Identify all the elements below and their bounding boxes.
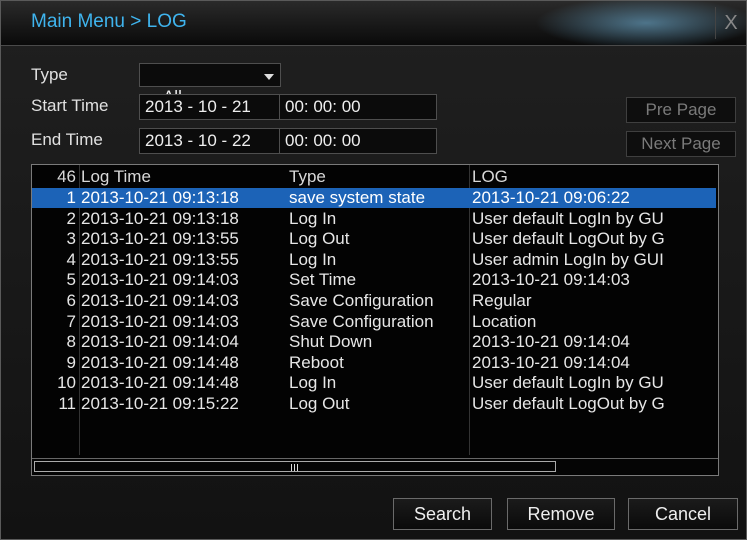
row-type: Log In [289,208,337,228]
row-log-time: 2013-10-21 09:14:04 [81,332,239,352]
table-row[interactable]: 7 2013-10-21 09:14:03 Save Configuration Lo… [32,312,716,332]
row-number: 6 [66,291,76,310]
row-number: 8 [66,332,76,352]
row-log-time: 2013-10-21 09:14:03 [81,291,239,310]
row-log: User default LogOut by G [472,394,665,413]
start-date-input[interactable]: 2013 - 10 - 21 [139,94,281,120]
row-number: 10 [57,373,76,393]
row-type: Log Out [289,229,350,249]
table-row[interactable]: 4 2013-10-21 09:13:55 Log In User admin Log… [32,250,716,270]
horizontal-scroll-thumb[interactable] [34,461,556,472]
table-row[interactable]: 9 2013-10-21 09:14:48 Reboot 2013-10-21 09:… [32,353,716,373]
table-header: 46 Log Time Type LOG [32,167,716,187]
row-number: 11 [58,394,76,413]
table-row[interactable]: 1 2013-10-21 09:13:18 save system state 201… [32,188,716,208]
end-time-label: End Time [31,130,103,149]
header-count: 46 [57,167,76,186]
grip-line [291,464,292,471]
table-row[interactable]: 5 2013-10-21 09:14:03 Set Time 2013-10-21 0… [32,270,716,290]
type-label: Type [31,65,68,84]
row-log: Location [472,311,537,331]
row-type: Set Time [289,270,357,290]
row-log-time: 2013-10-21 09:15:22 [81,394,239,413]
row-number: 3 [66,229,76,249]
horizontal-scrollbar[interactable] [32,458,718,474]
row-log-time: 2013-10-21 09:14:03 [81,270,239,290]
table-row[interactable]: 6 2013-10-21 09:14:03 Save Configuration Re… [32,291,716,311]
row-log: User default LogIn by GU [472,373,664,393]
table-row[interactable]: 3 2013-10-21 09:13:55 Log Out User default … [32,229,716,249]
row-log: 2013-10-21 09:06:22 [472,188,630,207]
table-row[interactable]: 2 2013-10-21 09:13:18 Log In User default L… [32,209,716,229]
header-log[interactable]: LOG [472,167,716,187]
table-row[interactable]: 10 2013-10-21 09:14:48 Log In User default … [32,373,716,393]
row-log: 2013-10-21 09:14:04 [472,332,630,352]
row-log-time: 2013-10-21 09:14:48 [81,352,239,372]
cancel-button[interactable]: Cancel [628,498,738,530]
row-number: 1 [66,188,76,207]
remove-button[interactable]: Remove [507,498,615,530]
search-button[interactable]: Search [393,498,492,530]
type-select[interactable]: All [139,63,281,106]
row-type: Save Configuration [289,311,434,331]
row-log-time: 2013-10-21 09:14:48 [81,373,239,393]
pre-page-button[interactable]: Pre Page [626,97,736,123]
end-time-input[interactable]: 00: 00: 00 [279,128,437,154]
table-row[interactable]: 8 2013-10-21 09:14:04 Shut Down 2013-10-21 … [32,332,716,352]
grip-line [297,464,298,471]
row-log: User admin LogIn by GUI [472,249,664,269]
start-time-input[interactable]: 00: 00: 00 [279,94,437,120]
row-log-time: 2013-10-21 09:13:18 [81,188,239,207]
close-icon[interactable]: X [715,7,746,39]
row-log-time: 2013-10-21 09:14:03 [81,311,239,331]
title-bar: Main Menu > LOG X [1,1,746,46]
window-title: Main Menu > LOG [31,11,187,32]
next-page-button[interactable]: Next Page [626,131,736,157]
row-log: User default LogOut by G [472,229,665,249]
row-log-time: 2013-10-21 09:13:55 [81,249,239,269]
chevron-down-icon [264,74,274,80]
row-type: Log In [289,249,337,269]
vertical-scrollbar[interactable] [718,165,719,455]
row-log-time: 2013-10-21 09:13:55 [81,229,239,249]
row-number: 4 [66,249,76,269]
row-log: Regular [472,291,532,310]
start-time-label: Start Time [31,96,109,115]
row-log-time: 2013-10-21 09:13:18 [81,208,239,228]
row-number: 7 [66,311,76,331]
row-log: 2013-10-21 09:14:04 [472,352,630,372]
header-type[interactable]: Type [289,167,467,187]
log-table: 46 Log Time Type LOG 1 2013-10-21 09:13:1… [31,164,719,476]
row-number: 2 [66,208,76,228]
log-window: Main Menu > LOG X Type All Start Time 20… [0,0,747,540]
row-type: Log Out [289,394,350,413]
row-number: 5 [66,270,76,290]
header-log-time[interactable]: Log Time [81,167,287,187]
row-log: 2013-10-21 09:14:03 [472,270,630,290]
grip-line [294,464,295,471]
row-type: Reboot [289,352,344,372]
row-type: Save Configuration [289,291,434,310]
row-type: Shut Down [289,332,373,352]
row-number: 9 [66,352,76,372]
end-date-input[interactable]: 2013 - 10 - 22 [139,128,281,154]
row-type: Log In [289,373,337,393]
table-row[interactable]: 11 2013-10-21 09:15:22 Log Out User default… [32,394,716,414]
row-type: save system state [289,188,426,207]
row-log: User default LogIn by GU [472,208,664,228]
